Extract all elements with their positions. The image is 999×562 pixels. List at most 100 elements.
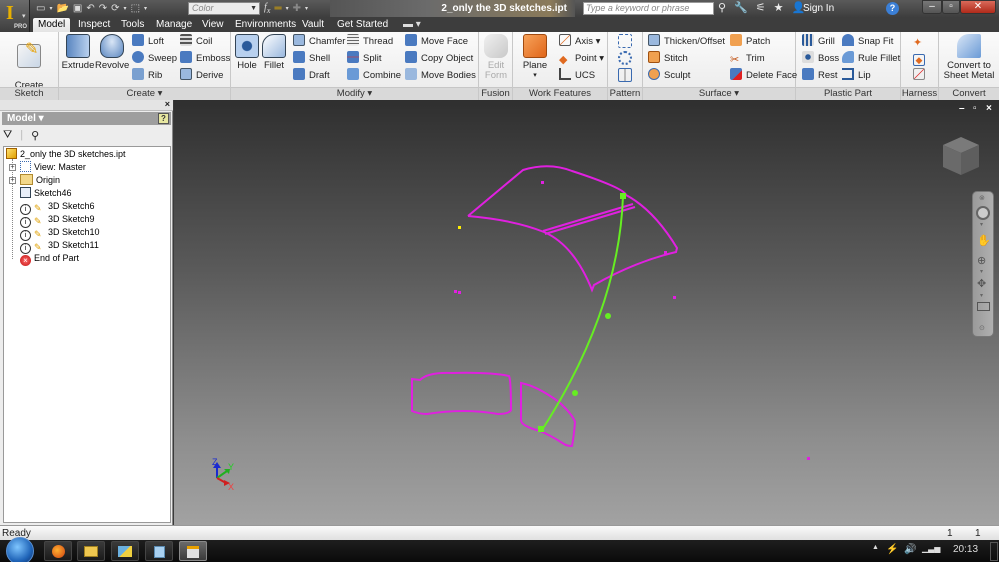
- browser-header[interactable]: Model ▾?: [2, 112, 171, 125]
- path-end-point[interactable]: [538, 426, 544, 432]
- help-search-input[interactable]: Type a keyword or phrase: [583, 2, 714, 15]
- delete-face-button[interactable]: Delete Face: [730, 68, 797, 84]
- loft-button[interactable]: Loft: [132, 34, 164, 50]
- tree-node-end-of-part[interactable]: × End of Part: [20, 252, 79, 266]
- look-at-icon[interactable]: [977, 302, 990, 311]
- taskbar-explorer[interactable]: [77, 541, 105, 561]
- satellite-icon[interactable]: ⚟: [756, 1, 766, 14]
- show-desktop-button[interactable]: [990, 542, 998, 561]
- move-face-button[interactable]: Move Face: [405, 34, 468, 50]
- tree-node-3d-sketch6[interactable]: i ✎ 3D Sketch6: [20, 200, 95, 215]
- network-icon[interactable]: ▁▃▅: [922, 544, 940, 553]
- update-icon[interactable]: ⟳: [111, 3, 119, 14]
- draft-button[interactable]: Draft: [293, 68, 330, 84]
- browser-grip[interactable]: ×: [0, 99, 173, 111]
- star-icon[interactable]: ★: [774, 1, 784, 14]
- tree-node-3d-sketch10[interactable]: i ✎ 3D Sketch10: [20, 226, 100, 241]
- circular-pattern-button[interactable]: [618, 51, 636, 67]
- find-binoculars-icon[interactable]: ⚲: [31, 129, 39, 142]
- convert-to-sheet-metal-button[interactable]: Convert to Sheet Metal: [941, 34, 997, 81]
- ribbon-display-toggle[interactable]: ▬ ▾: [398, 18, 426, 32]
- tab-inspect[interactable]: Inspect: [73, 18, 115, 32]
- viewcube[interactable]: [938, 133, 984, 179]
- stitch-button[interactable]: Stitch: [648, 51, 688, 67]
- start-button[interactable]: [6, 537, 34, 562]
- maximize-button[interactable]: ▫: [942, 0, 960, 14]
- viewport-minimize-button[interactable]: –: [959, 103, 965, 114]
- plane-button[interactable]: Plane ▾: [519, 34, 551, 81]
- orbit-icon[interactable]: ✥: [977, 277, 986, 290]
- tab-manage[interactable]: Manage: [151, 18, 197, 32]
- grill-button[interactable]: Grill: [802, 34, 835, 50]
- thread-button[interactable]: Thread: [347, 34, 393, 50]
- sweep-button[interactable]: Sweep: [132, 51, 177, 67]
- close-icon[interactable]: ×: [165, 99, 170, 109]
- show-hidden-icons[interactable]: ▲: [872, 544, 879, 551]
- select-icon[interactable]: ⬚: [131, 3, 140, 14]
- graphics-viewport[interactable]: Z Y X – ▫ × ⊗ ▾ ✋ ⊕ ▾ ✥ ▾ ⊙: [174, 100, 999, 525]
- lower-left-sketch[interactable]: [411, 371, 513, 416]
- extrude-button[interactable]: Extrude: [61, 34, 95, 71]
- tree-node-view[interactable]: View: Master: [20, 161, 86, 174]
- save-icon[interactable]: ▣: [73, 3, 82, 14]
- harness-tool-3-button[interactable]: [913, 68, 929, 84]
- navbar-close-icon[interactable]: ⊗: [979, 194, 985, 202]
- rib-button[interactable]: Rib: [132, 68, 162, 84]
- snap-fit-button[interactable]: Snap Fit: [842, 34, 893, 50]
- viewport-restore-button[interactable]: ▫: [973, 103, 977, 114]
- wrench-icon[interactable]: 🔧: [734, 1, 748, 14]
- rule-fillet-button[interactable]: Rule Fillet: [842, 51, 900, 67]
- sketch-point[interactable]: [458, 291, 461, 294]
- edit-form-button[interactable]: Edit Form: [482, 34, 510, 81]
- tree-node-3d-sketch9[interactable]: i ✎ 3D Sketch9: [20, 213, 95, 228]
- power-icon[interactable]: ⚡: [886, 544, 898, 555]
- pan-hand-icon[interactable]: ✋: [977, 234, 991, 247]
- chevron-down-icon[interactable]: ▾: [980, 292, 983, 299]
- viewport-close-button[interactable]: ×: [986, 103, 992, 114]
- mirror-button[interactable]: [618, 68, 636, 84]
- path-mid-point[interactable]: [572, 390, 578, 396]
- steering-wheel-icon[interactable]: [976, 206, 990, 220]
- tab-view[interactable]: View: [197, 18, 229, 32]
- rest-button[interactable]: Rest: [802, 68, 838, 84]
- trim-button[interactable]: ✂ Trim: [730, 51, 765, 67]
- redo-icon[interactable]: ↷: [99, 3, 107, 14]
- tree-node-origin[interactable]: Origin: [20, 174, 60, 187]
- help-icon[interactable]: ?: [158, 113, 169, 124]
- axis-button[interactable]: Axis ▾: [559, 34, 600, 50]
- tree-node-3d-sketch11[interactable]: i ✎ 3D Sketch11: [20, 239, 99, 254]
- tab-model[interactable]: Model: [33, 18, 71, 32]
- clock[interactable]: 20:13: [953, 544, 978, 555]
- path-mid-point[interactable]: [605, 313, 611, 319]
- tab-environments[interactable]: Environments: [230, 18, 301, 32]
- tab-vault[interactable]: Vault: [297, 18, 329, 32]
- combine-button[interactable]: Combine: [347, 68, 401, 84]
- sign-in-button[interactable]: Sign In: [803, 3, 834, 14]
- fillet-button[interactable]: Fillet: [261, 34, 287, 71]
- thicken-offset-button[interactable]: Thicken/Offset: [648, 34, 725, 50]
- binoculars-icon[interactable]: ⚲: [718, 1, 726, 14]
- sculpt-button[interactable]: Sculpt: [648, 68, 690, 84]
- color-dropdown[interactable]: Color ▼: [188, 2, 260, 15]
- lip-button[interactable]: Lip: [842, 68, 871, 84]
- taskbar-app-3[interactable]: [111, 541, 139, 561]
- path-start-point[interactable]: [620, 193, 626, 199]
- coil-button[interactable]: Coil: [180, 34, 212, 50]
- help-button[interactable]: ?: [886, 2, 899, 15]
- volume-icon[interactable]: 🔊: [904, 544, 916, 555]
- sketch-point[interactable]: [673, 296, 676, 299]
- move-bodies-button[interactable]: Move Bodies: [405, 68, 476, 84]
- open-icon[interactable]: 📂: [56, 3, 68, 14]
- line-weight-icon[interactable]: ═: [274, 3, 281, 14]
- undo-icon[interactable]: ↶: [86, 3, 94, 14]
- rectangular-pattern-button[interactable]: [618, 34, 636, 50]
- harness-tool-2-button[interactable]: ◆: [913, 51, 929, 67]
- panel-title-create[interactable]: Create ▾: [59, 87, 230, 100]
- expand-icon[interactable]: +: [9, 164, 16, 171]
- navbar-options-icon[interactable]: ⊙: [979, 324, 985, 332]
- minimize-button[interactable]: –: [922, 0, 942, 14]
- shell-button[interactable]: Shell: [293, 51, 330, 67]
- move-icon[interactable]: ✚: [293, 3, 301, 14]
- close-button[interactable]: ✕: [960, 0, 996, 14]
- taskbar-app-4[interactable]: [145, 541, 173, 561]
